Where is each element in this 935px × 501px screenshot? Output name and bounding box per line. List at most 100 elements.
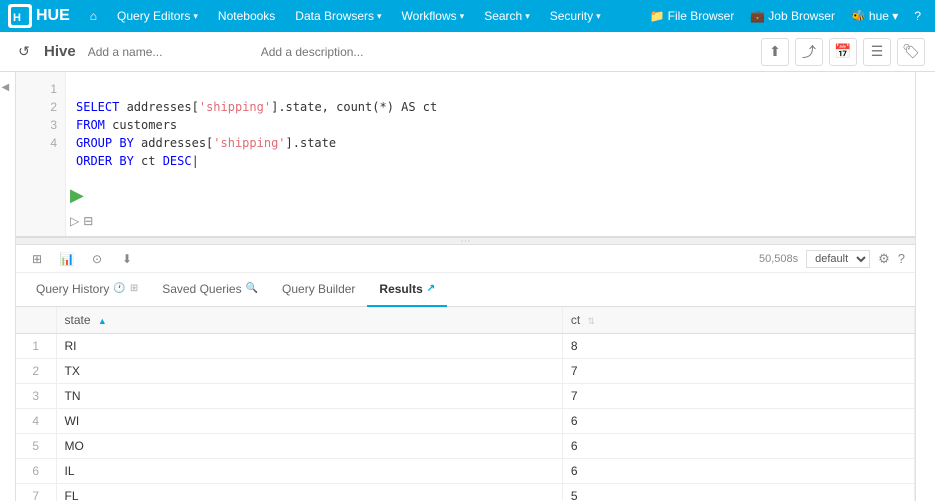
results-expand-icon: ↗ (427, 283, 435, 294)
chart-icon: 📊 (60, 252, 75, 266)
nav-workflows-arrow: ▾ (460, 11, 465, 22)
nav-data-browsers-arrow: ▾ (377, 11, 382, 22)
nav-notebooks[interactable]: Notebooks (210, 0, 283, 32)
cell-ct: 7 (562, 384, 914, 409)
table-row: 1 RI 8 (16, 334, 915, 359)
run-button[interactable]: ▶ (70, 185, 84, 206)
home-icon: ⌂ (90, 9, 97, 23)
nav-home[interactable]: ⌂ (82, 0, 105, 32)
results-area[interactable]: state ct 1 RI 8 2 TX 7 3 TN 7 (16, 307, 915, 501)
file-button[interactable]: ☰ (863, 38, 891, 66)
resize-handle[interactable]: ⋯ (16, 237, 915, 245)
tab-query-history[interactable]: Query History 🕐 ⊞ (24, 273, 150, 307)
top-navigation: H HUE ⌂ Query Editors ▾ Notebooks Data B… (0, 0, 935, 32)
cell-ct: 5 (562, 484, 914, 501)
editor-gutter: 1 2 3 4 (16, 72, 66, 236)
table-row: 5 MO 6 (16, 434, 915, 459)
nav-security[interactable]: Security ▾ (542, 0, 609, 32)
table-row: 3 TN 7 (16, 384, 915, 409)
upload-button[interactable]: ⬆ (761, 38, 789, 66)
query-builder-label: Query Builder (282, 282, 355, 296)
main-area: ◀ 1 2 3 4 SELECT addresses['shipping'].s… (0, 72, 935, 501)
grid-icon: ⊞ (32, 252, 42, 266)
line-number-2: 2 (16, 98, 65, 116)
cell-state: WI (56, 409, 562, 434)
logo-text: HUE (36, 7, 70, 25)
download-button[interactable]: ⊙ (86, 248, 108, 270)
export-button[interactable]: ⬇ (116, 248, 138, 270)
nav-notebooks-label: Notebooks (218, 9, 275, 23)
cell-state: FL (56, 484, 562, 501)
tab-query-builder[interactable]: Query Builder (270, 273, 367, 307)
content-area: 1 2 3 4 SELECT addresses['shipping'].sta… (16, 72, 915, 501)
query-description-input[interactable] (255, 41, 422, 63)
editor-content[interactable]: SELECT addresses['shipping'].state, coun… (66, 72, 915, 178)
nav-security-arrow: ▾ (596, 11, 601, 22)
saved-queries-search-icon: 🔍 (246, 283, 258, 294)
col-ct-label: ct (571, 313, 580, 327)
col-header-state[interactable]: state (56, 307, 562, 334)
schedule-icon: 📅 (834, 43, 851, 60)
sql-editor: 1 2 3 4 SELECT addresses['shipping'].sta… (16, 72, 915, 237)
file-browser-icon: 📁 (650, 9, 665, 23)
left-sidebar: ◀ (0, 72, 16, 501)
chart-view-button[interactable]: 📊 (56, 248, 78, 270)
collapse-editor-button[interactable]: ⊟ (83, 214, 93, 228)
help-button[interactable]: ? (908, 0, 927, 32)
nav-query-editors[interactable]: Query Editors ▾ (109, 0, 206, 32)
cell-num: 3 (16, 384, 56, 409)
cell-state: MO (56, 434, 562, 459)
ct-sort-icon[interactable] (588, 316, 596, 327)
tab-results[interactable]: Results ↗ (367, 273, 447, 307)
table-header-row: state ct (16, 307, 915, 334)
expand-editor-button[interactable]: ▷ (70, 214, 79, 228)
user-label: hue ▾ (869, 9, 898, 23)
cell-num: 4 (16, 409, 56, 434)
tag-button[interactable]: 🏷 (897, 38, 925, 66)
cell-ct: 8 (562, 334, 914, 359)
execution-time: 50,508s (759, 253, 798, 265)
cell-num: 2 (16, 359, 56, 384)
query-name-input[interactable] (82, 41, 249, 63)
sidebar-toggle-button[interactable]: ◀ (2, 82, 14, 94)
job-browser-nav[interactable]: 💼 Job Browser (744, 0, 841, 32)
settings-icon[interactable]: ⚙ (878, 251, 890, 267)
table-row: 4 WI 6 (16, 409, 915, 434)
col-header-num[interactable] (16, 307, 56, 334)
table-row: 7 FL 5 (16, 484, 915, 501)
state-sort-icon[interactable] (98, 316, 107, 326)
nav-workflows[interactable]: Workflows ▾ (394, 0, 473, 32)
schedule-button[interactable]: 📅 (829, 38, 857, 66)
grid-view-button[interactable]: ⊞ (26, 248, 48, 270)
user-menu[interactable]: 🐝 hue ▾ (845, 0, 904, 32)
cell-ct: 6 (562, 459, 914, 484)
history-back-button[interactable]: ↺ (10, 38, 38, 66)
job-browser-label: Job Browser (768, 9, 835, 23)
export-icon: ⬇ (122, 252, 132, 266)
nav-search[interactable]: Search ▾ (476, 0, 538, 32)
upload-icon: ⬆ (769, 43, 781, 60)
help-query-icon[interactable]: ? (898, 251, 905, 266)
file-browser-label: File Browser (668, 9, 735, 23)
query-history-grid-icon: ⊞ (130, 283, 138, 294)
nav-data-browsers-label: Data Browsers (295, 9, 374, 23)
tab-saved-queries[interactable]: Saved Queries 🔍 (150, 273, 270, 307)
cell-num: 6 (16, 459, 56, 484)
table-row: 2 TX 7 (16, 359, 915, 384)
nav-right-section: 📁 File Browser 💼 Job Browser 🐝 hue ▾ ? (644, 0, 927, 32)
download-icon: ⊙ (92, 252, 102, 266)
nav-data-browsers[interactable]: Data Browsers ▾ (287, 0, 389, 32)
cell-state: RI (56, 334, 562, 359)
cell-ct: 6 (562, 434, 914, 459)
file-browser-nav[interactable]: 📁 File Browser (644, 0, 741, 32)
col-state-label: state (65, 313, 91, 327)
run-icon: ▶ (70, 185, 84, 205)
results-label: Results (379, 282, 422, 296)
col-header-ct[interactable]: ct (562, 307, 914, 334)
cell-num: 5 (16, 434, 56, 459)
share-button[interactable]: ⤴ (795, 38, 823, 66)
database-selector[interactable]: default (806, 250, 870, 268)
cell-num: 7 (16, 484, 56, 501)
app-logo[interactable]: H HUE (8, 4, 70, 28)
line-number-1: 1 (16, 80, 65, 98)
